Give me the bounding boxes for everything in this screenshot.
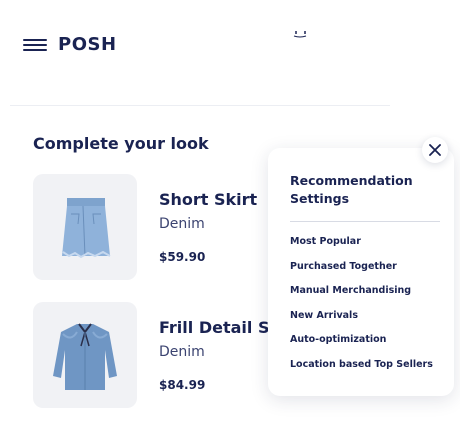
hamburger-menu-icon[interactable]	[23, 39, 47, 51]
popover-title: Recommendation Settings	[290, 173, 413, 206]
popover-divider	[290, 221, 440, 222]
product-image-denim-skirt[interactable]	[33, 174, 137, 280]
option-manual-merchandising[interactable]: Manual Merchandising	[290, 284, 433, 309]
brand-logo[interactable]: POSH	[58, 34, 117, 55]
product-material: Denim	[159, 216, 205, 232]
recommendation-options: Most Popular Purchased Together Manual M…	[290, 235, 433, 382]
option-new-arrivals[interactable]: New Arrivals	[290, 309, 433, 334]
product-name[interactable]: Short Skirt	[159, 190, 257, 209]
product-material: Denim	[159, 344, 205, 360]
product-price: $84.99	[159, 378, 206, 392]
option-location-top-sellers[interactable]: Location based Top Sellers	[290, 358, 433, 383]
product-price: $59.90	[159, 250, 206, 264]
section-title: Complete your look	[33, 134, 209, 153]
option-most-popular[interactable]: Most Popular	[290, 235, 433, 260]
header-partial-icon	[293, 31, 307, 38]
recommendation-settings-popover: Recommendation Settings Most Popular Pur…	[268, 148, 454, 396]
option-purchased-together[interactable]: Purchased Together	[290, 260, 433, 285]
close-button[interactable]	[422, 137, 448, 163]
close-icon	[429, 144, 441, 156]
product-image-denim-shirt[interactable]	[33, 302, 137, 408]
option-auto-optimization[interactable]: Auto-optimization	[290, 333, 433, 358]
